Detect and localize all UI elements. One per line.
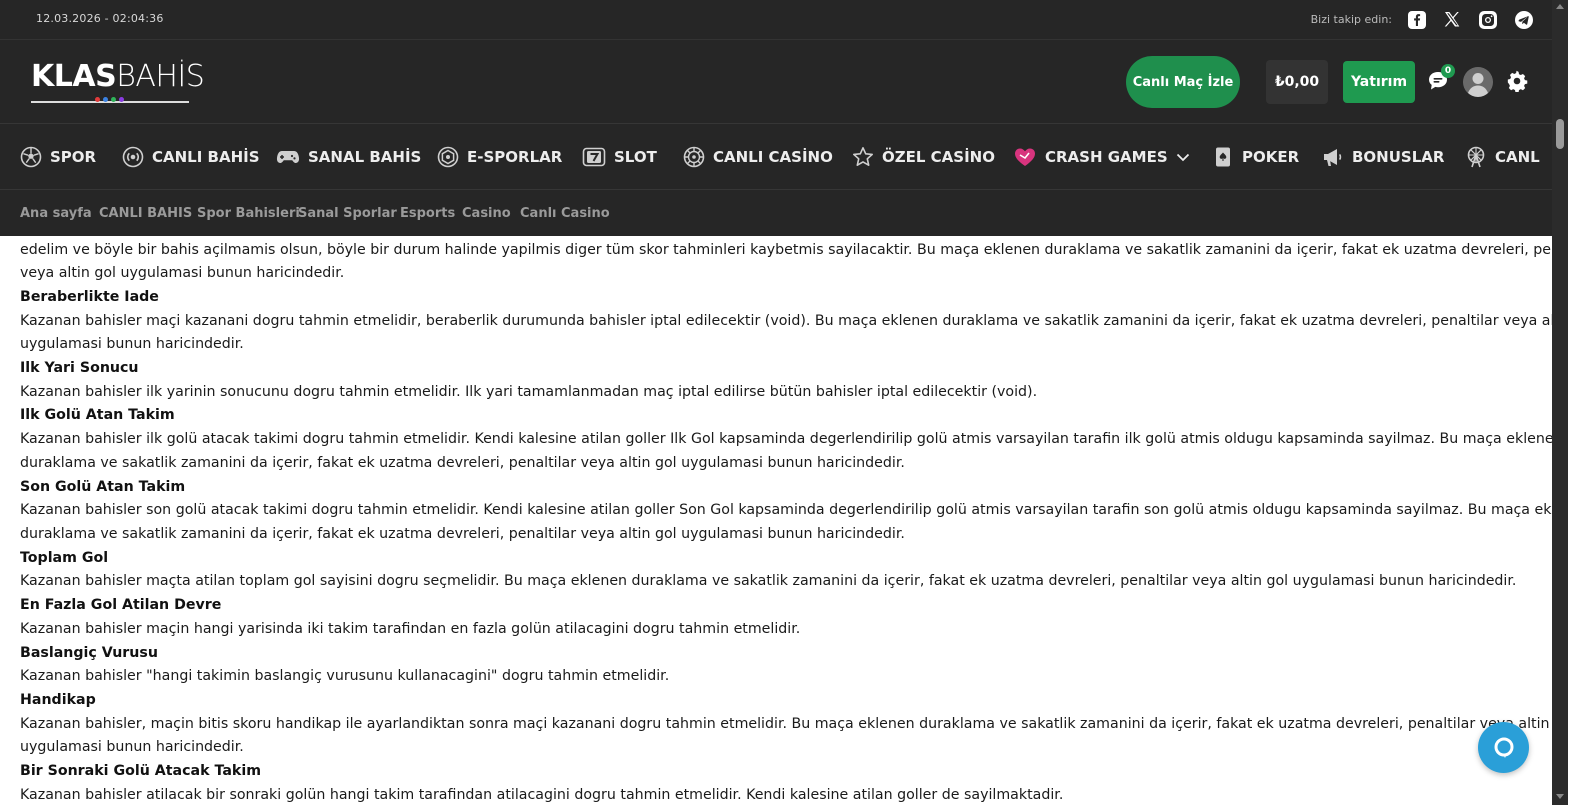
rules-content: edelim ve böyle bir bahis açilmamis olsu… — [0, 236, 1552, 805]
rule-heading: Baslangiç Vurusu — [20, 645, 158, 661]
gear-icon — [1507, 70, 1528, 93]
balance-display[interactable]: ₺0,00 — [1266, 60, 1328, 104]
nav-label: CANLI BAHİS — [152, 148, 260, 166]
rule-heading: Son Golü Atan Takim — [20, 479, 186, 495]
nav-label: SLOT — [614, 148, 657, 166]
logo-dots — [95, 97, 124, 102]
star-icon — [853, 147, 873, 166]
soccer-ball-icon — [20, 146, 42, 168]
rule-text: Kazanan bahisler ilk yarinin sonucunu do… — [20, 384, 1038, 400]
nav-label: SPOR — [50, 148, 97, 166]
live-signal-icon — [122, 146, 144, 168]
gamepad-icon — [276, 151, 300, 163]
header: KLASBAHİS Canlı Maç İzle ₺0,00 Yatırım 0 — [0, 40, 1552, 124]
nav-label: E-SPORLAR — [467, 148, 563, 166]
nav-item-slot[interactable]: SLOT — [582, 124, 657, 189]
rule-text: Kazanan bahisler maçin hangi yarisinda i… — [20, 621, 801, 637]
rule-text: Kazanan bahisler maçi kazanani dogru tah… — [20, 313, 1552, 329]
breadcrumb-link[interactable]: Esports — [400, 206, 455, 221]
nav-item-canli-bahis[interactable]: CANLI BAHİS — [122, 124, 260, 189]
instagram-icon[interactable] — [1478, 10, 1497, 29]
telegram-icon[interactable] — [1514, 10, 1533, 29]
breadcrumb-link[interactable]: Casino — [462, 206, 511, 221]
rule-text: duraklama ve sakatlik zamanini da içerir… — [20, 455, 905, 471]
logo[interactable]: KLASBAHİS — [31, 59, 205, 104]
rule-text: Kazanan bahisler atilacak bir sonraki go… — [20, 787, 1064, 803]
rule-text: duraklama ve sakatlik zamanini da içerir… — [20, 526, 905, 542]
rule-text: uygulamasi bunun haricindedir. — [20, 739, 244, 755]
slot-seven-icon — [582, 147, 606, 167]
nav-label: CRASH GAMES — [1045, 148, 1168, 166]
avatar[interactable] — [1463, 67, 1493, 97]
rule-heading: En Fazla Gol Atilan Devre — [20, 597, 222, 613]
nav-item-poker[interactable]: POKER — [1212, 124, 1300, 189]
live-chat-button[interactable] — [1478, 722, 1529, 773]
rule-heading: Ilk Golü Atan Takim — [20, 407, 175, 423]
rule-heading: Ilk Yari Sonucu — [20, 360, 139, 376]
top-bar: 12.03.2026 - 02:04:36 Bizi takip edin: — [0, 0, 1552, 40]
ferris-wheel-icon — [1467, 146, 1485, 168]
nav-label: CANL — [1495, 148, 1540, 166]
roulette-icon — [683, 146, 705, 168]
chat-bubble-icon — [1494, 737, 1513, 758]
rule-heading: Beraberlikte Iade — [20, 289, 159, 305]
x-icon[interactable] — [1443, 10, 1462, 29]
nav-item-crash-games[interactable]: CRASH GAMES — [1013, 124, 1190, 189]
scroll-thumb[interactable] — [1556, 119, 1564, 149]
rule-text: Kazanan bahisler son golü atacak takimi … — [20, 502, 1552, 518]
breadcrumb: Ana sayfa CANLI BAHIS Spor Bahisleri San… — [0, 190, 1552, 236]
chevron-down-icon — [1176, 153, 1189, 162]
page-scrollbar[interactable] — [1552, 0, 1568, 805]
breadcrumb-link[interactable]: Sanal Sporlar — [298, 206, 397, 221]
nav-item-canli-casino[interactable]: CANLI CASİNO — [683, 124, 833, 189]
rule-text: Kazanan bahisler maçta atilan toplam gol… — [20, 573, 1517, 589]
scroll-down-arrow[interactable] — [1556, 794, 1564, 799]
breadcrumb-link[interactable]: CANLI BAHIS — [99, 206, 192, 221]
settings-button[interactable] — [1506, 70, 1530, 94]
esports-icon — [437, 146, 459, 168]
rule-text: edelim ve böyle bir bahis açilmamis olsu… — [20, 242, 1552, 258]
rule-text: veya altin gol uygulamasi bunun haricind… — [20, 265, 345, 281]
rule-text: uygulamasi bunun haricindedir. — [20, 336, 244, 352]
rule-text: Kazanan bahisler, maçin bitis skoru hand… — [20, 716, 1552, 732]
rule-heading: Toplam Gol — [20, 550, 109, 566]
nav-label: ÖZEL CASİNO — [882, 148, 995, 166]
breadcrumb-link[interactable]: Canlı Casino — [520, 206, 610, 221]
logo-light: BAHİS — [116, 59, 205, 94]
rule-text: Kazanan bahisler "hangi takimin baslangi… — [20, 668, 670, 684]
deposit-button[interactable]: Yatırım — [1343, 61, 1415, 103]
nav-item-ozel-casino[interactable]: ÖZEL CASİNO — [852, 124, 995, 189]
breadcrumb-link[interactable]: Spor Bahisleri — [197, 206, 300, 221]
main-nav: SPOR CANLI BAHİS SANAL BAHİS E-SPORLAR S… — [0, 124, 1552, 190]
nav-label: CANLI CASİNO — [713, 148, 833, 166]
nav-item-e-sporlar[interactable]: E-SPORLAR — [437, 124, 563, 189]
facebook-icon[interactable] — [1407, 10, 1426, 29]
messages-button[interactable]: 0 — [1427, 64, 1455, 94]
nav-item-spor[interactable]: SPOR — [20, 124, 97, 189]
card-icon — [1216, 147, 1230, 167]
user-icon — [1463, 67, 1493, 97]
nav-label: SANAL BAHİS — [308, 148, 422, 166]
logo-bold: KLAS — [31, 59, 117, 94]
scroll-up-arrow[interactable] — [1556, 4, 1564, 9]
messages-badge: 0 — [1441, 64, 1455, 78]
nav-label: BONUSLAR — [1352, 148, 1445, 166]
datetime: 12.03.2026 - 02:04:36 — [36, 12, 164, 25]
nav-item-canl[interactable]: CANL — [1465, 124, 1540, 189]
rule-text: Kazanan bahisler ilk golü atacak takimi … — [20, 431, 1552, 447]
rule-heading: Handikap — [20, 692, 96, 708]
nav-item-bonuslar[interactable]: BONUSLAR — [1322, 124, 1445, 189]
nav-item-sanal-bahis[interactable]: SANAL BAHİS — [276, 124, 422, 189]
breadcrumb-link[interactable]: Ana sayfa — [20, 206, 92, 221]
nav-label: POKER — [1242, 148, 1300, 166]
rocket-heart-icon — [1015, 148, 1035, 166]
megaphone-icon — [1324, 149, 1342, 166]
live-match-button[interactable]: Canlı Maç İzle — [1126, 56, 1240, 108]
rule-heading: Bir Sonraki Golü Atacak Takim — [20, 763, 261, 779]
follow-label: Bizi takip edin: — [1310, 13, 1392, 26]
